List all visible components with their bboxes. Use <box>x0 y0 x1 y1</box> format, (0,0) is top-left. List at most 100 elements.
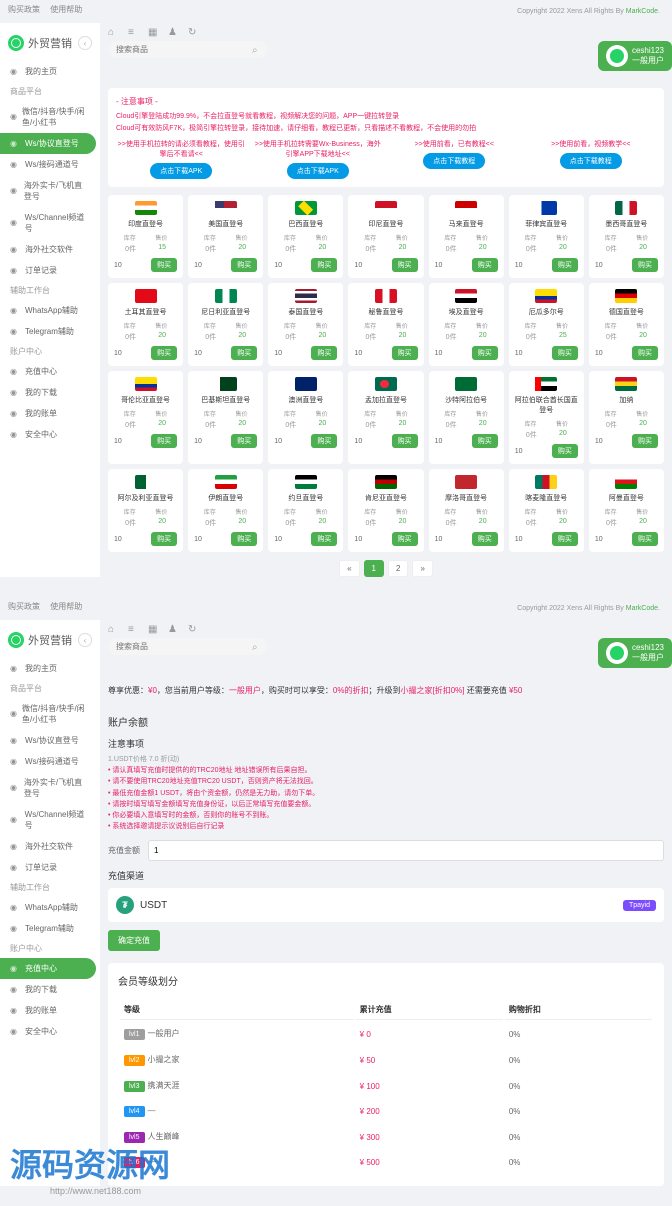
search-input[interactable] <box>108 41 268 58</box>
user-icon[interactable]: ♟ <box>168 27 178 37</box>
nav-item[interactable]: ◉WhatsApp辅助 <box>0 897 100 918</box>
nav-item[interactable]: ◉Ws/接码通道号 <box>0 751 100 772</box>
buy-button[interactable]: 购买 <box>151 258 177 272</box>
collapse-icon[interactable]: ‹ <box>78 36 92 50</box>
page-1[interactable]: 1 <box>364 560 384 577</box>
logo[interactable]: 外贸营销 ‹ <box>0 626 100 654</box>
logo[interactable]: 外贸营销 ‹ <box>0 29 100 57</box>
nav-item[interactable]: ◉安全中心 <box>0 424 100 445</box>
refresh-icon[interactable]: ↻ <box>188 624 198 634</box>
menu-icon[interactable]: ≡ <box>128 624 138 634</box>
buy-button[interactable]: 购买 <box>392 532 418 546</box>
buy-button[interactable]: 购买 <box>472 434 498 448</box>
page-prev[interactable]: « <box>339 560 359 577</box>
nav-home[interactable]: ◉我的主页 <box>0 658 100 679</box>
page-next[interactable]: » <box>412 560 432 577</box>
help-link[interactable]: 使用帮助 <box>50 602 82 611</box>
product-card: 阿曼直登号 库存售价 0件20 10购买 <box>589 469 664 552</box>
buy-button[interactable]: 购买 <box>231 532 257 546</box>
level-row: lvl4— ¥ 200 0% <box>120 1100 652 1123</box>
buy-button[interactable]: 购买 <box>151 346 177 360</box>
nav-item[interactable]: ◉海外社交软件 <box>0 239 100 260</box>
collapse-icon[interactable]: ‹ <box>78 633 92 647</box>
banner-button[interactable]: 点击下载APK <box>150 163 212 179</box>
buy-button[interactable]: 购买 <box>151 532 177 546</box>
policy-link[interactable]: 购买政策 <box>8 5 40 14</box>
nav-item-active[interactable]: ◉Ws/协议直登号 <box>0 133 96 154</box>
nav-item[interactable]: ◉订单记录 <box>0 857 100 878</box>
nav-item[interactable]: ◉Ws/Channel频道号 <box>0 804 100 836</box>
nav-item[interactable]: ◉订单记录 <box>0 260 100 281</box>
confirm-button[interactable]: 确定充值 <box>108 930 160 951</box>
buy-button[interactable]: 购买 <box>392 346 418 360</box>
nav-group-tools: 辅助工作台 <box>0 878 100 897</box>
buy-button[interactable]: 购买 <box>472 532 498 546</box>
buy-button[interactable]: 购买 <box>472 346 498 360</box>
grid-icon[interactable]: ▦ <box>148 624 158 634</box>
product-name: 印度直登号 <box>114 219 177 229</box>
product-name: 阿拉伯联合酋长国直登号 <box>515 395 578 415</box>
nav-item[interactable]: ◉Ws/接码通道号 <box>0 154 100 175</box>
channel-option[interactable]: ₮ USDT Tpayid <box>108 888 664 922</box>
buy-button[interactable]: 购买 <box>311 434 337 448</box>
user-badge[interactable]: ceshi123 一般用户 <box>598 41 672 71</box>
banner-button[interactable]: 点击下载APK <box>287 163 349 179</box>
buy-button[interactable]: 购买 <box>472 258 498 272</box>
buy-button[interactable]: 购买 <box>311 346 337 360</box>
menu-icon[interactable]: ≡ <box>128 27 138 37</box>
nav-item[interactable]: ◉我的下载 <box>0 382 100 403</box>
nav-item[interactable]: ◉海外实卡/飞机直登号 <box>0 772 100 804</box>
buy-button[interactable]: 购买 <box>231 258 257 272</box>
amount-input[interactable] <box>148 840 664 861</box>
buy-button[interactable]: 购买 <box>632 346 658 360</box>
buy-button[interactable]: 购买 <box>632 258 658 272</box>
nav-item[interactable]: ◉Telegram辅助 <box>0 918 100 939</box>
buy-button[interactable]: 购买 <box>311 532 337 546</box>
buy-button[interactable]: 购买 <box>552 444 578 458</box>
nav-home[interactable]: ◉我的主页 <box>0 61 100 82</box>
nav-item[interactable]: ◉微信/抖音/快手/闲鱼/小红书 <box>0 101 100 133</box>
nav-item[interactable]: ◉微信/抖音/快手/闲鱼/小红书 <box>0 698 100 730</box>
product-name: 澳洲直登号 <box>274 395 337 405</box>
search-icon[interactable]: ⌕ <box>252 642 262 652</box>
nav-group-account: 账户中心 <box>0 342 100 361</box>
nav-item[interactable]: ◉我的账单 <box>0 1000 100 1021</box>
nav-item[interactable]: ◉Ws/协议直登号 <box>0 730 100 751</box>
buy-button[interactable]: 购买 <box>231 434 257 448</box>
buy-button[interactable]: 购买 <box>231 346 257 360</box>
nav-item[interactable]: ◉安全中心 <box>0 1021 100 1042</box>
help-link[interactable]: 使用帮助 <box>50 5 82 14</box>
nav-item[interactable]: ◉海外实卡/飞机直登号 <box>0 175 100 207</box>
nav-item-active[interactable]: ◉充值中心 <box>0 958 96 979</box>
buy-button[interactable]: 购买 <box>552 258 578 272</box>
search-icon[interactable]: ⌕ <box>252 45 262 55</box>
warn-line: • 系统选择邀请提示议说别后自行记录 <box>108 821 664 832</box>
buy-button[interactable]: 购买 <box>392 434 418 448</box>
buy-button[interactable]: 购买 <box>552 532 578 546</box>
banner-button[interactable]: 点击下载教程 <box>560 153 622 169</box>
buy-button[interactable]: 购买 <box>151 434 177 448</box>
nav-item[interactable]: ◉WhatsApp辅助 <box>0 300 100 321</box>
banner-button[interactable]: 点击下载教程 <box>423 153 485 169</box>
watermark-url: http://www.net188.com <box>50 1186 141 1196</box>
nav-item[interactable]: ◉我的下载 <box>0 979 100 1000</box>
user-icon[interactable]: ♟ <box>168 624 178 634</box>
page-2[interactable]: 2 <box>388 560 408 577</box>
buy-button[interactable]: 购买 <box>311 258 337 272</box>
nav-item[interactable]: ◉我的账单 <box>0 403 100 424</box>
grid-icon[interactable]: ▦ <box>148 27 158 37</box>
user-badge[interactable]: ceshi123 一般用户 <box>598 638 672 668</box>
nav-item[interactable]: ◉充值中心 <box>0 361 100 382</box>
policy-link[interactable]: 购买政策 <box>8 602 40 611</box>
buy-button[interactable]: 购买 <box>392 258 418 272</box>
home-icon[interactable]: ⌂ <box>108 27 118 37</box>
refresh-icon[interactable]: ↻ <box>188 27 198 37</box>
nav-item[interactable]: ◉Ws/Channel频道号 <box>0 207 100 239</box>
nav-item[interactable]: ◉海外社交软件 <box>0 836 100 857</box>
buy-button[interactable]: 购买 <box>632 532 658 546</box>
buy-button[interactable]: 购买 <box>552 346 578 360</box>
search-input[interactable] <box>108 638 268 655</box>
buy-button[interactable]: 购买 <box>632 434 658 448</box>
nav-item[interactable]: ◉Telegram辅助 <box>0 321 100 342</box>
home-icon[interactable]: ⌂ <box>108 624 118 634</box>
